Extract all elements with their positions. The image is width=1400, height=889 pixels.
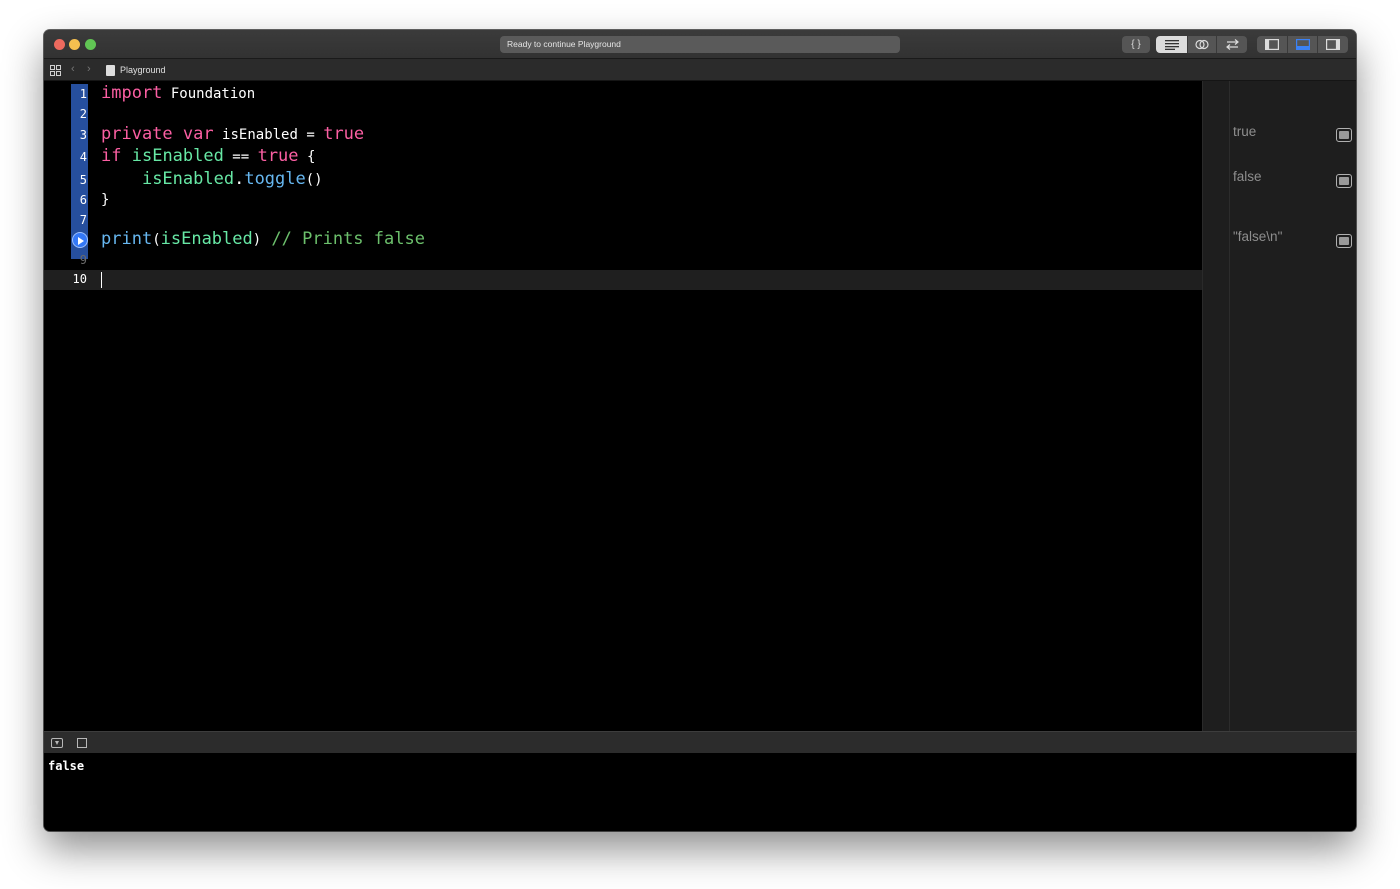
run-to-line-icon[interactable]	[72, 232, 88, 248]
forward-button[interactable]: ›	[87, 63, 91, 75]
breadcrumb-file[interactable]: Playground	[120, 65, 166, 75]
console-output-area[interactable]: false	[44, 753, 1356, 831]
code-token: // Prints false	[261, 229, 425, 249]
code-line: print(isEnabled) // Prints false	[101, 229, 425, 249]
inspector-toggle-button[interactable]	[1318, 36, 1348, 53]
playground-file-icon	[106, 65, 115, 76]
line-number: 6	[79, 193, 87, 207]
left-panel-icon	[1265, 39, 1279, 50]
code-token: isEnabled	[141, 169, 235, 189]
activity-status: Ready to continue Playground	[500, 36, 900, 53]
debug-area-toggle-button[interactable]	[1288, 36, 1318, 53]
result-value: false	[1233, 169, 1262, 184]
panel-toggle-group	[1257, 36, 1348, 53]
result-value: true	[1233, 124, 1257, 139]
jump-bar: ‹ › Playground	[44, 59, 1356, 81]
close-window-button[interactable]	[54, 39, 65, 50]
console-output: false	[48, 759, 85, 773]
source-editor[interactable]: 1 2 3 4 5 6 7 9 10 import Foundation pri…	[44, 81, 1202, 731]
code-token: (	[152, 232, 161, 248]
code-line: isEnabled.toggle()	[101, 169, 323, 189]
code-token: print	[101, 229, 153, 249]
right-panel-icon	[1326, 39, 1340, 50]
code-token: isEnabled	[131, 146, 224, 166]
navigator-toggle-button[interactable]	[1257, 36, 1288, 53]
code-line: }	[101, 192, 109, 208]
code-token: private	[101, 124, 173, 144]
standard-editor-button[interactable]	[1156, 36, 1188, 53]
code-line: if isEnabled == true {	[101, 146, 315, 166]
swap-arrows-icon	[1225, 39, 1239, 50]
code-review-button[interactable]: { }	[1122, 36, 1150, 53]
version-editor-button[interactable]	[1217, 36, 1247, 53]
editor-mode-group	[1156, 36, 1247, 53]
line-number: 4	[79, 150, 87, 164]
line-number: 1	[79, 87, 87, 101]
code-token: {	[298, 149, 316, 165]
code-token: ==	[223, 149, 258, 165]
current-line-highlight	[44, 270, 1202, 290]
text-caret	[101, 272, 102, 288]
code-token: toggle	[244, 169, 306, 189]
code-review-group: { }	[1122, 36, 1150, 53]
code-token: true	[257, 146, 299, 166]
result-value: "false\n"	[1233, 229, 1283, 244]
line-number: 10	[72, 272, 87, 286]
debug-bar	[44, 731, 1356, 753]
code-token: isEnabled	[160, 229, 253, 249]
code-token: .	[234, 169, 245, 189]
code-line: import Foundation	[101, 83, 255, 103]
quick-look-icon[interactable]	[1336, 128, 1352, 142]
results-sidebar: true false "false\n"	[1202, 81, 1356, 731]
code-token: )	[252, 232, 262, 248]
code-token: if	[101, 146, 122, 166]
quick-look-icon[interactable]	[1336, 234, 1352, 248]
related-items-grid-icon[interactable]	[50, 65, 61, 76]
hide-debug-area-icon[interactable]	[51, 738, 63, 748]
code-token: import	[101, 83, 163, 103]
line-number: 9	[79, 253, 87, 267]
zoom-window-button[interactable]	[85, 39, 96, 50]
code-token: isEnabled =	[213, 127, 324, 143]
overlap-circles-icon	[1195, 39, 1209, 50]
line-number: 2	[79, 107, 87, 121]
back-button[interactable]: ‹	[71, 63, 75, 75]
code-token: Foundation	[162, 86, 256, 102]
xcode-playground-window: Ready to continue Playground { } ‹ › Pla…	[44, 30, 1356, 831]
code-token: }	[101, 192, 110, 208]
minimize-window-button[interactable]	[69, 39, 80, 50]
line-number: 5	[79, 173, 87, 187]
lines-icon	[1164, 39, 1179, 50]
code-token: true	[323, 124, 365, 144]
title-bar: Ready to continue Playground { }	[44, 30, 1356, 59]
line-number: 3	[79, 128, 87, 142]
bottom-panel-icon	[1295, 39, 1310, 50]
clear-console-icon[interactable]	[77, 738, 87, 748]
code-token: var	[182, 124, 214, 144]
quick-look-icon[interactable]	[1336, 174, 1352, 188]
code-token: ()	[305, 172, 323, 188]
results-divider	[1229, 81, 1230, 731]
code-line: private var isEnabled = true	[101, 124, 364, 144]
line-number: 7	[79, 213, 87, 227]
assistant-editor-button[interactable]	[1188, 36, 1217, 53]
